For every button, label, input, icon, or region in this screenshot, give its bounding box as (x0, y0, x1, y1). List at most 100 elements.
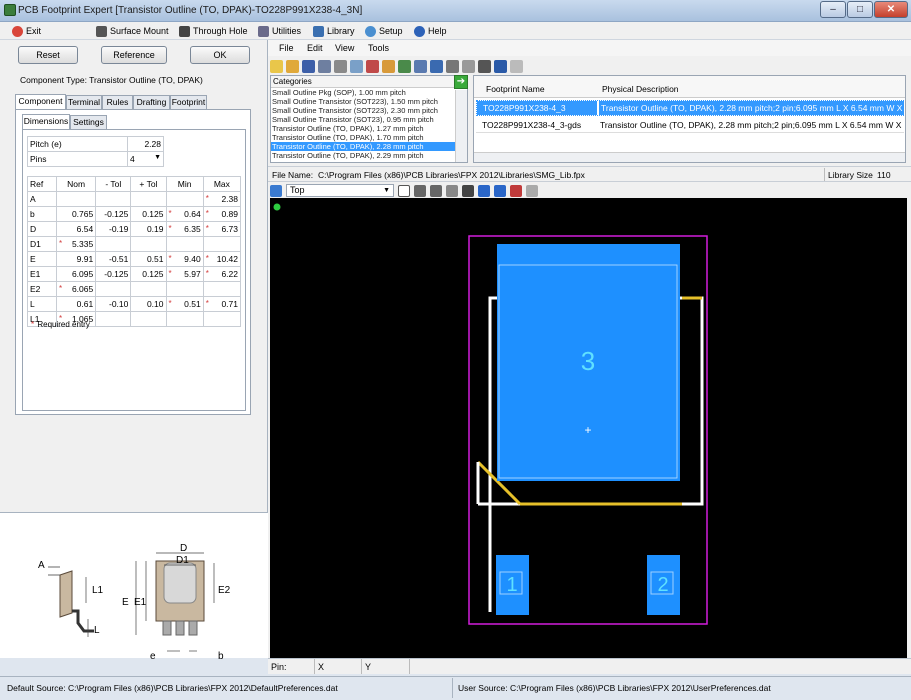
link-icon[interactable] (526, 184, 538, 197)
open-icon[interactable] (286, 59, 299, 73)
dim-D1-min[interactable] (165, 236, 204, 252)
folder-icon[interactable] (382, 59, 395, 73)
category-item[interactable]: Transistor Outline (TO, DPAK), 2.28 mm p… (271, 142, 467, 151)
dim-E2-nom[interactable]: * 6.065 (55, 281, 97, 297)
dim-A-mtol[interactable] (95, 191, 132, 207)
zoom-fit-icon[interactable] (414, 184, 426, 197)
dim-D1-nom[interactable]: * 5.335 (55, 236, 97, 252)
save-icon[interactable] (302, 59, 315, 73)
menu-help[interactable]: Help (414, 24, 447, 38)
menu-utilities[interactable]: Utilities (258, 24, 301, 38)
dim-E-ptol[interactable]: 0.51 (130, 251, 167, 267)
tab-footprint[interactable]: Footprint (170, 95, 207, 109)
reset-button[interactable]: Reset (18, 46, 78, 64)
dim-E2-max[interactable] (202, 281, 242, 297)
tab-rules[interactable]: Rules (102, 95, 133, 109)
dim-D-mtol[interactable]: -0.19 (95, 221, 132, 237)
dim-D-max[interactable]: * 6.73 (202, 221, 242, 237)
category-item[interactable]: Small Outline Transistor (SOT223), 1.50 … (271, 97, 467, 106)
measure-icon[interactable] (494, 184, 506, 197)
new-icon[interactable] (270, 59, 283, 73)
table-icon[interactable] (414, 59, 427, 73)
dim-A-max[interactable]: * 2.38 (202, 191, 242, 207)
category-item[interactable]: Small Outline Pkg (SOP), 1.00 mm pitch (271, 88, 467, 97)
dim-b-nom[interactable]: 0.765 (55, 206, 97, 222)
category-item[interactable]: Transistor Outline (TO, DPAK), 2.29 mm p… (271, 151, 467, 160)
dim-b-mtol[interactable]: -0.125 (95, 206, 132, 222)
dim-E1-mtol[interactable]: -0.125 (95, 266, 132, 282)
categories-scrollbar[interactable] (455, 90, 467, 162)
rotate-icon[interactable] (430, 59, 443, 73)
zoom-icon[interactable] (350, 59, 363, 73)
snap-icon[interactable] (478, 184, 490, 197)
menu-through-hole[interactable]: Through Hole (179, 24, 248, 38)
dim-L1-max[interactable] (202, 311, 242, 327)
dim-b-min[interactable]: * 0.64 (165, 206, 204, 222)
pan-icon[interactable] (462, 184, 474, 197)
dim-D1-mtol[interactable] (95, 236, 132, 252)
dim-E1-nom[interactable]: 6.095 (55, 266, 97, 282)
dim-D-min[interactable]: * 6.35 (165, 221, 204, 237)
menu-library[interactable]: Library (313, 24, 355, 38)
zoom-extents-icon[interactable] (430, 184, 442, 197)
dim-L-mtol[interactable]: -0.10 (95, 296, 132, 312)
dim-D1-max[interactable] (202, 236, 242, 252)
menu-edit[interactable]: Edit (307, 43, 323, 53)
undo-icon[interactable] (494, 59, 507, 73)
delete-icon[interactable] (478, 59, 491, 73)
dim-A-min[interactable] (165, 191, 204, 207)
footprint-row-1[interactable]: TO228P991X238-4_3 Transistor Outline (TO… (476, 100, 904, 116)
copy-icon[interactable] (446, 59, 459, 73)
go-arrow-icon[interactable]: ➔ (454, 75, 468, 89)
layers-stack-icon[interactable] (510, 184, 522, 197)
dim-E-mtol[interactable]: -0.51 (95, 251, 132, 267)
pins-select[interactable]: 4 ▼ (127, 151, 164, 167)
redo-icon[interactable] (510, 59, 523, 73)
dim-D-ptol[interactable]: 0.19 (130, 221, 167, 237)
dim-E-max[interactable]: * 10.42 (202, 251, 242, 267)
print-icon[interactable] (334, 59, 347, 73)
categories-list[interactable]: Categories Small Outline Pkg (SOP), 1.00… (270, 75, 468, 163)
ok-button[interactable]: OK (190, 46, 250, 64)
menu-file[interactable]: File (279, 43, 294, 53)
dim-L1-ptol[interactable] (130, 311, 167, 327)
footprint-row-2[interactable]: TO228P991X238-4_3-gds Transistor Outline… (476, 117, 904, 133)
dim-E1-ptol[interactable]: 0.125 (130, 266, 167, 282)
dim-L-max[interactable]: * 0.71 (202, 296, 242, 312)
dim-b-ptol[interactable]: 0.125 (130, 206, 167, 222)
reference-button[interactable]: Reference (101, 46, 167, 64)
dim-L-nom[interactable]: 0.61 (55, 296, 97, 312)
dim-A-ptol[interactable] (130, 191, 167, 207)
maximize-button[interactable]: □ (847, 1, 873, 18)
dim-E2-min[interactable] (165, 281, 204, 297)
subtab-settings[interactable]: Settings (70, 115, 107, 129)
category-item[interactable]: Transistor Outline (TO, DPAK), 1.27 mm p… (271, 124, 467, 133)
dim-L1-min[interactable] (165, 311, 204, 327)
dim-E2-ptol[interactable] (130, 281, 167, 297)
dim-D1-ptol[interactable] (130, 236, 167, 252)
dim-A-nom[interactable] (55, 191, 97, 207)
dim-L-ptol[interactable]: 0.10 (130, 296, 167, 312)
category-item[interactable]: Transistor Outline (TO, DPAK), 1.70 mm p… (271, 133, 467, 142)
sort-icon[interactable] (366, 59, 379, 73)
menu-surface-mount[interactable]: Surface Mount (96, 24, 169, 38)
dim-E-min[interactable]: * 9.40 (165, 251, 204, 267)
dim-b-max[interactable]: * 0.89 (202, 206, 242, 222)
layer-select[interactable]: Top ▼ (286, 184, 394, 197)
category-item[interactable]: Small Outline Transistor (SOT23), 0.95 m… (271, 115, 467, 124)
grid-icon[interactable] (398, 59, 411, 73)
zoom-window-icon[interactable] (446, 184, 458, 197)
category-item[interactable]: Small Outline Transistor (SOT223), 2.30 … (271, 106, 467, 115)
dim-L1-mtol[interactable] (95, 311, 132, 327)
tab-terminal[interactable]: Terminal (66, 95, 102, 109)
pointer-icon[interactable] (398, 184, 410, 197)
col-physical-description[interactable]: Physical Description (602, 84, 679, 94)
dim-E1-max[interactable]: * 6.22 (202, 266, 242, 282)
tab-component[interactable]: Component (15, 94, 66, 109)
paste-icon[interactable] (462, 59, 475, 73)
menu-view[interactable]: View (335, 43, 354, 53)
menu-setup[interactable]: Setup (365, 24, 403, 38)
grid-hscrollbar[interactable] (474, 152, 905, 162)
minimize-button[interactable]: – (820, 1, 846, 18)
dim-D-nom[interactable]: 6.54 (55, 221, 97, 237)
